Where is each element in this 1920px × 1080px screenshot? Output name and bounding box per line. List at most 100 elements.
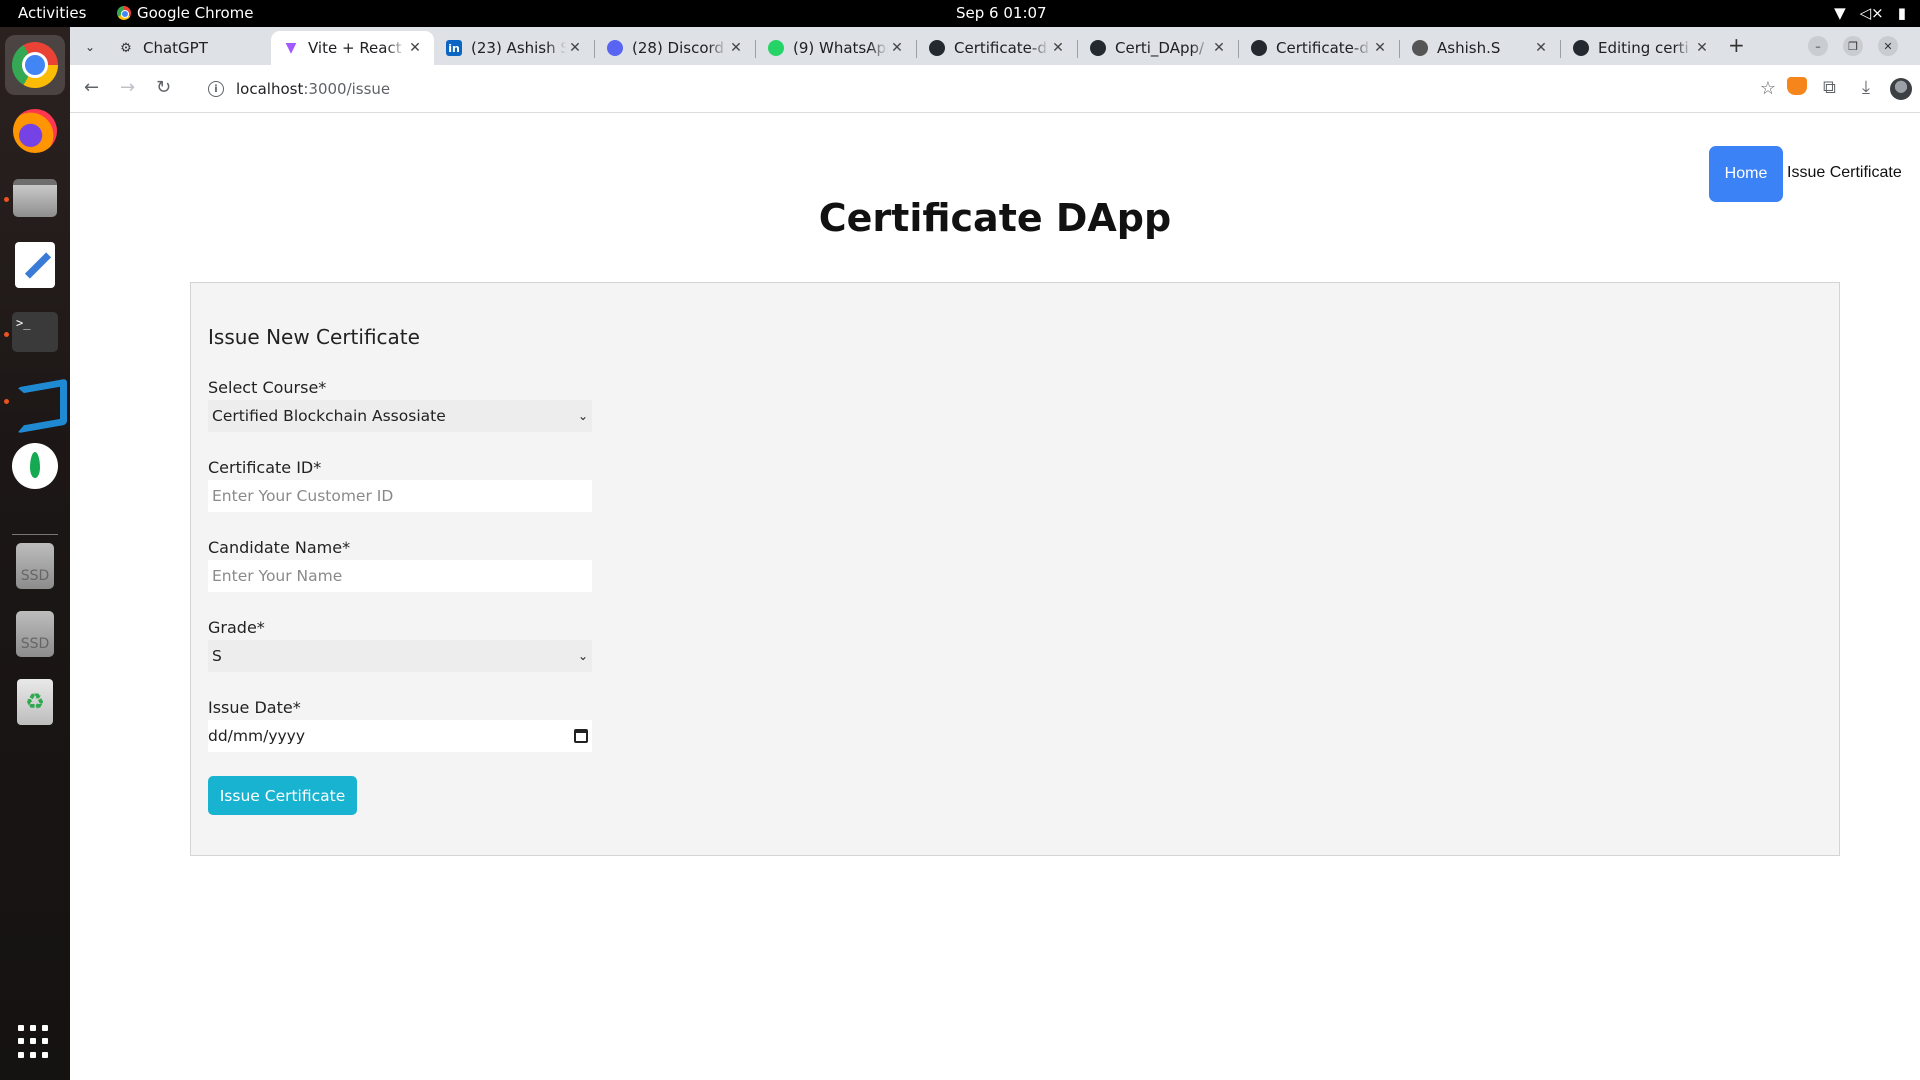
- minimize-icon: –: [1815, 39, 1821, 53]
- system-top-bar: Activities Google Chrome Sep 6 01:07 ▼ ◁…: [0, 0, 1920, 27]
- tab-ashish-s[interactable]: Ashish.S ✕: [1400, 31, 1560, 65]
- tab-linkedin[interactable]: in (23) Ashish S ✕: [434, 31, 594, 65]
- avatar: [1890, 78, 1912, 100]
- github-icon: [1090, 40, 1106, 56]
- github-icon: [1251, 40, 1267, 56]
- chrome-icon: [117, 6, 131, 20]
- reload-button[interactable]: ↻: [156, 77, 171, 98]
- close-window-button[interactable]: ✕: [1878, 36, 1898, 56]
- metamask-fox-icon: [1787, 77, 1807, 95]
- dock-text-editor[interactable]: [11, 241, 59, 289]
- back-button[interactable]: ←: [84, 77, 99, 98]
- home-nav-button[interactable]: Home: [1709, 146, 1783, 202]
- vscode-icon: [13, 377, 57, 421]
- clock[interactable]: Sep 6 01:07: [956, 4, 1047, 22]
- discord-icon: [607, 40, 623, 56]
- tab-title: (23) Ashish S: [471, 39, 566, 57]
- close-icon[interactable]: ✕: [1532, 40, 1550, 56]
- tab-github-certi-dapp[interactable]: Certi_DApp/ ✕: [1078, 31, 1238, 65]
- downloads-button[interactable]: ⤓: [1862, 77, 1870, 98]
- certificate-id-input[interactable]: Enter Your Customer ID: [208, 480, 592, 512]
- close-icon[interactable]: ✕: [727, 40, 745, 56]
- course-selected-value: Certified Blockchain Assosiate: [212, 407, 446, 425]
- grade-select[interactable]: S ⌄: [208, 640, 592, 672]
- extensions-button[interactable]: ⧉: [1823, 77, 1836, 98]
- issue-date-input[interactable]: dd/mm/yyyy: [208, 720, 592, 752]
- chevron-down-icon: ⌄: [84, 40, 96, 54]
- issue-certificate-nav-link[interactable]: Issue Certificate: [1787, 164, 1902, 182]
- github-icon: [929, 40, 945, 56]
- restore-icon: ❐: [1848, 39, 1858, 53]
- bookmark-star-icon[interactable]: ☆: [1760, 78, 1776, 99]
- close-icon[interactable]: ✕: [1371, 40, 1389, 56]
- dock-firefox[interactable]: [11, 107, 59, 155]
- maximize-button[interactable]: ❐: [1843, 36, 1863, 56]
- tab-title: Certificate-d: [954, 39, 1047, 57]
- dock-vscode[interactable]: [11, 375, 59, 423]
- address-bar[interactable]: i localhost:3000/issue ☆: [194, 71, 1784, 107]
- dock-separator: [12, 534, 58, 535]
- profile-button[interactable]: [1890, 78, 1912, 105]
- tab-title: ChatGPT: [143, 39, 208, 57]
- tab-title: Certi_DApp/: [1115, 39, 1205, 57]
- calendar-icon[interactable]: [574, 729, 588, 743]
- tab-discord[interactable]: (28) Discord | ✕: [595, 31, 755, 65]
- close-icon[interactable]: ✕: [1210, 40, 1228, 56]
- candidate-name-input[interactable]: Enter Your Name: [208, 560, 592, 592]
- tab-title: Editing certi: [1598, 39, 1689, 57]
- tab-search-button[interactable]: ⌄: [78, 35, 102, 59]
- course-label: Select Course*: [208, 378, 327, 397]
- close-icon: ✕: [1883, 39, 1893, 53]
- certificate-id-placeholder: Enter Your Customer ID: [212, 487, 394, 505]
- url-path: :3000/issue: [303, 80, 391, 98]
- forward-button[interactable]: →: [120, 77, 135, 98]
- chevron-down-icon: ⌄: [577, 649, 588, 663]
- grade-selected-value: S: [212, 647, 222, 665]
- issue-certificate-button[interactable]: Issue Certificate: [208, 776, 357, 815]
- tab-github-certificate-1[interactable]: Certificate-d ✕: [917, 31, 1077, 65]
- grade-label: Grade*: [208, 618, 265, 637]
- dock-terminal[interactable]: >_: [11, 308, 59, 356]
- chrome-menu-button[interactable]: ⋮: [1915, 77, 1920, 98]
- close-icon[interactable]: ✕: [1049, 40, 1067, 56]
- dock-files[interactable]: [11, 174, 59, 222]
- tab-title: Vite + React: [308, 39, 402, 57]
- tab-strip: ⌄ ⚙ ChatGPT ✕ ▼ Vite + React ✕ in (23) A…: [70, 27, 1920, 65]
- dock: >_ SSD SSD ♻: [0, 27, 70, 1080]
- arrow-left-icon: ←: [84, 77, 100, 98]
- tab-whatsapp[interactable]: (9) WhatsApp ✕: [756, 31, 916, 65]
- running-indicator: [4, 197, 9, 202]
- app-menu[interactable]: Google Chrome: [117, 4, 254, 22]
- site-info-icon[interactable]: i: [208, 81, 224, 97]
- dock-chrome[interactable]: [5, 35, 65, 95]
- tab-editing-certi[interactable]: Editing certi ✕: [1561, 31, 1721, 65]
- minimize-button[interactable]: –: [1808, 36, 1828, 56]
- new-tab-button[interactable]: +: [1728, 33, 1745, 57]
- dock-trash[interactable]: ♻: [11, 678, 59, 726]
- battery-icon: ▮: [1897, 4, 1906, 22]
- candidate-name-placeholder: Enter Your Name: [212, 567, 343, 585]
- dock-ssd-drive-1[interactable]: SSD: [11, 542, 59, 590]
- issue-certificate-form: Issue New Certificate Select Course* Cer…: [190, 282, 1840, 856]
- metamask-extension-button[interactable]: [1787, 77, 1807, 100]
- vite-icon: ▼: [285, 40, 297, 56]
- close-icon[interactable]: ✕: [1693, 40, 1711, 56]
- dock-ssd-drive-2[interactable]: SSD: [11, 610, 59, 658]
- app-grid-icon: [18, 1025, 52, 1059]
- close-icon[interactable]: ✕: [888, 40, 906, 56]
- tab-github-certificate-2[interactable]: Certificate-d ✕: [1239, 31, 1399, 65]
- browser-window: ⌄ ⚙ ChatGPT ✕ ▼ Vite + React ✕ in (23) A…: [70, 27, 1920, 1080]
- web-page: Home Issue Certificate Certificate DApp …: [70, 114, 1920, 1080]
- dock-mongodb-compass[interactable]: [11, 442, 59, 490]
- dock-show-apps[interactable]: [11, 1018, 59, 1066]
- tab-title: Certificate-d: [1276, 39, 1369, 57]
- activities-button[interactable]: Activities: [18, 4, 86, 22]
- course-select[interactable]: Certified Blockchain Assosiate ⌄: [208, 400, 592, 432]
- browser-toolbar: ← → ↻ i localhost:3000/issue ☆ ⧉ ⤓ ⋮: [70, 65, 1920, 113]
- tab-vite-react[interactable]: ▼ Vite + React ✕: [271, 31, 434, 65]
- system-tray[interactable]: ▼ ◁× ▮: [1834, 4, 1906, 22]
- whatsapp-icon: [768, 40, 784, 56]
- close-icon[interactable]: ✕: [566, 40, 584, 56]
- github-icon: [1573, 40, 1589, 56]
- close-icon[interactable]: ✕: [406, 40, 424, 56]
